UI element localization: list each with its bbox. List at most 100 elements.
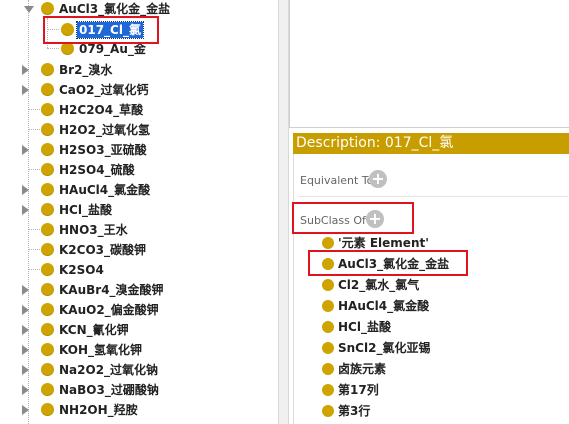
class-circle-icon	[322, 279, 334, 291]
tree-item[interactable]: Na2O2_过氧化钠	[0, 360, 278, 380]
subclass-item-label: 第3行	[338, 404, 371, 418]
tree-item-label: KAuBr4_溴金酸钾	[59, 283, 164, 297]
triangle-right-icon[interactable]	[22, 85, 29, 95]
subclass-item[interactable]: 第17列	[322, 381, 562, 399]
triangle-right-icon[interactable]	[22, 385, 29, 395]
tree-item-label: Br2_溴水	[59, 63, 113, 77]
tree-item-label: CaO2_过氧化钙	[59, 83, 149, 97]
subclass-item[interactable]: SnCl2_氯化亚锡	[322, 339, 562, 357]
subclass-item[interactable]: Cl2_氯水_氯气	[322, 276, 562, 294]
class-hierarchy-tree[interactable]: AuCl3_氯化金_金盐 017_Cl_氯 079_Au_金 Br2_溴水 Ca…	[0, 0, 278, 424]
tree-connector	[28, 129, 40, 130]
class-circle-icon	[41, 343, 54, 356]
class-circle-icon	[41, 383, 54, 396]
triangle-right-icon[interactable]	[22, 325, 29, 335]
class-circle-icon	[41, 283, 54, 296]
equivalent-to-label: Equivalent To	[300, 174, 374, 187]
triangle-right-icon[interactable]	[22, 145, 29, 155]
class-circle-icon	[41, 243, 54, 256]
tree-item-label: K2SO4	[59, 263, 104, 277]
class-circle-icon	[322, 384, 334, 396]
tree-item-label: KAuO2_偏金酸钾	[59, 303, 159, 317]
tree-connector	[28, 229, 40, 230]
tree-item[interactable]: KAuBr4_溴金酸钾	[0, 280, 278, 300]
tree-item[interactable]: NH2OH_羟胺	[0, 400, 278, 420]
tree-item-label: NH2OH_羟胺	[59, 403, 138, 417]
tree-item[interactable]: H2SO4_硫酸	[0, 160, 278, 180]
tree-item[interactable]: H2C2O4_草酸	[0, 100, 278, 120]
class-circle-icon	[41, 163, 54, 176]
class-circle-icon	[41, 123, 54, 136]
tree-item[interactable]: KCN_氰化钾	[0, 320, 278, 340]
class-circle-icon	[41, 103, 54, 116]
triangle-right-icon[interactable]	[22, 305, 29, 315]
class-circle-icon	[41, 63, 54, 76]
description-header: Description: 017_Cl_氯	[293, 133, 569, 154]
tree-connector	[28, 269, 40, 270]
subclass-item-label: '元素 Element'	[338, 236, 429, 250]
triangle-right-icon[interactable]	[22, 365, 29, 375]
tree-item-label: H2SO4_硫酸	[59, 163, 135, 177]
subclass-item[interactable]: 第3行	[322, 402, 562, 420]
class-circle-icon	[41, 303, 54, 316]
tree-item-label: NaBO3_过硼酸钠	[59, 383, 159, 397]
tree-item[interactable]: CaO2_过氧化钙	[0, 80, 278, 100]
tree-item[interactable]: K2SO4	[0, 260, 278, 280]
tree-item[interactable]: KAuO2_偏金酸钾	[0, 300, 278, 320]
triangle-right-icon[interactable]	[22, 205, 29, 215]
class-circle-icon	[322, 300, 334, 312]
tree-item[interactable]: K2CO3_碳酸钾	[0, 240, 278, 260]
tree-connector	[47, 48, 59, 49]
class-circle-icon	[322, 363, 334, 375]
triangle-right-icon[interactable]	[22, 345, 29, 355]
tree-item-label: Na2O2_过氧化钠	[59, 363, 159, 377]
subclass-item-label: HAuCl4_氯金酸	[338, 299, 430, 313]
highlight-box	[43, 16, 159, 44]
tree-item-label: H2SO3_亚硫酸	[59, 143, 147, 157]
tree-item[interactable]: NaBO3_过硼酸钠	[0, 380, 278, 400]
class-circle-icon	[322, 237, 334, 249]
triangle-right-icon[interactable]	[22, 65, 29, 75]
class-circle-icon	[322, 342, 334, 354]
tree-item-label: AuCl3_氯化金_金盐	[59, 2, 171, 16]
subclass-item-label: 第17列	[338, 383, 379, 397]
class-circle-icon	[322, 321, 334, 333]
class-circle-icon	[41, 323, 54, 336]
triangle-right-icon[interactable]	[22, 185, 29, 195]
upper-view-area	[289, 0, 569, 128]
tree-item[interactable]: H2O2_过氧化氢	[0, 120, 278, 140]
subclass-item[interactable]: 卤族元素	[322, 360, 562, 378]
triangle-right-icon[interactable]	[22, 405, 29, 415]
chevron-down-icon[interactable]	[24, 6, 34, 13]
class-circle-icon	[41, 183, 54, 196]
class-circle-icon	[41, 223, 54, 236]
tree-connector	[28, 169, 40, 170]
class-circle-icon	[41, 83, 54, 96]
tree-item-label: KCN_氰化钾	[59, 323, 129, 337]
tree-item-label: K2CO3_碳酸钾	[59, 243, 147, 257]
subclass-item[interactable]: HCl_盐酸	[322, 318, 562, 336]
tree-item-label: H2C2O4_草酸	[59, 103, 144, 117]
subclass-item-label: 卤族元素	[338, 362, 387, 376]
tree-item[interactable]: KOH_氢氧化钾	[0, 340, 278, 360]
subclass-item-label: HCl_盐酸	[338, 320, 391, 334]
triangle-right-icon[interactable]	[22, 285, 29, 295]
highlight-box	[308, 250, 468, 276]
section-divider	[298, 196, 568, 197]
tree-item[interactable]: H2SO3_亚硫酸	[0, 140, 278, 160]
description-panel: Description: 017_Cl_氯 Equivalent To + Su…	[289, 0, 569, 424]
tree-item[interactable]: HCl_盐酸	[0, 200, 278, 220]
class-circle-icon	[322, 405, 334, 417]
tree-item-label: HNO3_王水	[59, 223, 128, 237]
subclass-item[interactable]: HAuCl4_氯金酸	[322, 297, 562, 315]
plus-circle-icon[interactable]: +	[369, 170, 387, 188]
class-circle-icon	[41, 263, 54, 276]
class-circle-icon	[41, 203, 54, 216]
tree-item[interactable]: HAuCl4_氯金酸	[0, 180, 278, 200]
tree-connector	[28, 249, 40, 250]
tree-item[interactable]: Br2_溴水	[0, 60, 278, 80]
tree-item-label: KOH_氢氧化钾	[59, 343, 143, 357]
panel-splitter[interactable]	[278, 0, 289, 424]
tree-item[interactable]: HNO3_王水	[0, 220, 278, 240]
tree-item-label: HAuCl4_氯金酸	[59, 183, 151, 197]
